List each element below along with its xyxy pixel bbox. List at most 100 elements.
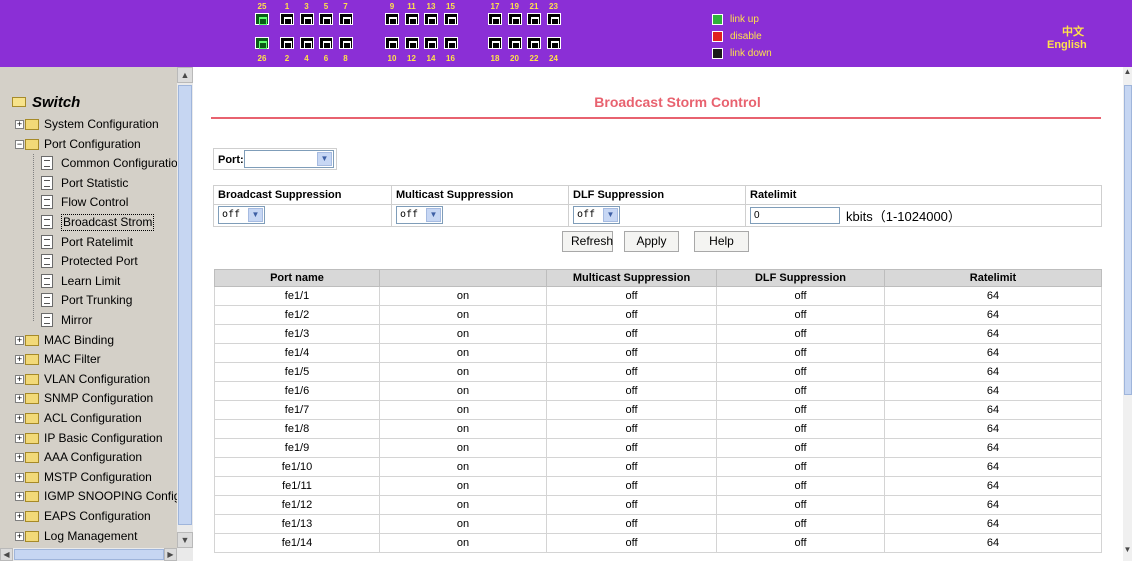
port-select[interactable]: ▼ xyxy=(244,150,334,168)
expand-icon[interactable]: + xyxy=(15,394,24,404)
table-row: fe1/14 on off off 64 xyxy=(214,533,1102,553)
port-name-cell: fe1/8 xyxy=(214,419,380,439)
multicast-cell: off xyxy=(546,419,717,439)
folder-open-icon xyxy=(12,97,26,107)
port-status-icon[interactable] xyxy=(404,13,419,25)
port-status-icon[interactable] xyxy=(385,37,399,49)
port-number-label: 26 xyxy=(257,54,267,63)
expand-icon[interactable]: + xyxy=(15,492,24,502)
expand-icon[interactable]: + xyxy=(15,355,24,365)
folder-icon xyxy=(25,432,39,444)
port-status-icon[interactable] xyxy=(338,37,353,49)
expand-icon[interactable]: + xyxy=(15,374,24,384)
scroll-left-icon[interactable]: ◀ xyxy=(0,548,13,561)
port-selector-box: Port: ▼ xyxy=(213,148,337,170)
port-status-icon[interactable] xyxy=(488,13,502,25)
folder-open-icon xyxy=(25,138,39,150)
port-status-icon[interactable] xyxy=(424,37,438,49)
collapse-icon[interactable]: − xyxy=(15,139,24,149)
broadcast-cell: on xyxy=(379,324,547,344)
scroll-up-icon[interactable]: ▲ xyxy=(1123,67,1132,81)
multicast-cell: off xyxy=(546,457,717,477)
port-name-cell: fe1/10 xyxy=(214,457,380,477)
port-status-icon[interactable] xyxy=(255,37,269,49)
scroll-down-icon[interactable]: ▼ xyxy=(1123,545,1132,559)
document-icon xyxy=(41,156,53,171)
expand-icon[interactable]: + xyxy=(15,433,24,443)
sidebar-vertical-scrollbar[interactable]: ▲ ▼ xyxy=(177,67,193,548)
scrollbar-thumb[interactable] xyxy=(14,549,164,560)
multicast-cell: off xyxy=(546,362,717,382)
port-status-icon[interactable] xyxy=(546,37,561,49)
expand-icon[interactable]: + xyxy=(15,335,24,345)
port-number-label: 7 xyxy=(343,2,348,11)
expand-icon[interactable]: + xyxy=(15,512,24,521)
ratelimit-input[interactable]: 0 xyxy=(750,207,840,224)
col-port-name: Port name xyxy=(214,269,380,287)
port-status-icon[interactable] xyxy=(507,37,522,49)
port-status-icon[interactable] xyxy=(280,13,294,25)
multicast-cell: off xyxy=(546,381,717,401)
port-status-icon[interactable] xyxy=(424,13,438,25)
port-status-icon[interactable] xyxy=(299,37,314,49)
folder-icon xyxy=(25,413,39,424)
refresh-button[interactable]: Refresh xyxy=(562,231,613,252)
main-vertical-scrollbar[interactable]: ▲ ▼ xyxy=(1123,67,1132,561)
expand-icon[interactable]: + xyxy=(15,120,24,129)
dlf-select[interactable]: off ▼ xyxy=(573,206,620,224)
sidebar-horizontal-scrollbar[interactable]: ◀ ▶ xyxy=(0,548,193,561)
broadcast-cell: on xyxy=(379,286,547,306)
table-row: fe1/1 on off off 64 xyxy=(214,286,1102,306)
port-status-icon[interactable] xyxy=(385,13,399,25)
port-status-icon[interactable] xyxy=(338,13,353,25)
scrollbar-thumb[interactable] xyxy=(178,85,192,525)
port-status-icon[interactable] xyxy=(280,37,294,49)
broadcast-cell: on xyxy=(379,362,547,382)
expand-icon[interactable]: + xyxy=(15,531,24,541)
port-status-icon[interactable] xyxy=(255,13,269,25)
folder-icon xyxy=(25,373,39,385)
expand-icon[interactable]: + xyxy=(15,414,24,423)
chevron-down-icon[interactable]: ▼ xyxy=(426,208,441,222)
apply-button[interactable]: Apply xyxy=(624,231,679,252)
tree-root[interactable]: Switch xyxy=(12,94,80,111)
page-title: Broadcast Storm Control xyxy=(594,94,761,110)
scrollbar-thumb[interactable] xyxy=(1124,85,1132,395)
port-status-icon[interactable] xyxy=(404,37,419,49)
help-button[interactable]: Help xyxy=(694,231,749,252)
port-name-cell: fe1/7 xyxy=(214,400,380,420)
port-status-icon[interactable] xyxy=(507,13,522,25)
port-status-icon[interactable] xyxy=(299,13,314,25)
table-row: fe1/8 on off off 64 xyxy=(214,419,1102,439)
port-number-label: 5 xyxy=(323,2,329,11)
chevron-down-icon[interactable]: ▼ xyxy=(248,208,263,222)
port-status-icon[interactable] xyxy=(319,37,333,49)
multicast-cell: off xyxy=(546,286,717,306)
scroll-down-icon[interactable]: ▼ xyxy=(177,532,193,548)
link-up-icon xyxy=(712,14,723,25)
expand-icon[interactable]: + xyxy=(15,472,24,482)
port-status-icon[interactable] xyxy=(527,13,541,25)
scroll-right-icon[interactable]: ▶ xyxy=(164,548,177,561)
broadcast-select[interactable]: off ▼ xyxy=(218,206,265,224)
expand-icon[interactable]: + xyxy=(15,453,24,463)
multicast-select[interactable]: off ▼ xyxy=(396,206,443,224)
port-status-icon[interactable] xyxy=(443,37,458,49)
table-row: fe1/9 on off off 64 xyxy=(214,438,1102,458)
chevron-down-icon[interactable]: ▼ xyxy=(603,208,618,222)
document-icon xyxy=(41,175,53,190)
language-english-link[interactable]: English xyxy=(1047,39,1087,51)
scroll-up-icon[interactable]: ▲ xyxy=(177,67,193,83)
language-chinese-link[interactable]: 中文 xyxy=(1062,23,1084,39)
document-icon xyxy=(41,195,53,210)
tree-item-label: Learn Limit xyxy=(61,273,121,288)
port-status-icon[interactable] xyxy=(546,13,561,25)
port-status-icon[interactable] xyxy=(527,37,541,49)
chevron-down-icon[interactable]: ▼ xyxy=(317,152,332,166)
port-status-icon[interactable] xyxy=(319,13,333,25)
port-name-cell: fe1/13 xyxy=(214,514,380,534)
ratelimit-cell: 64 xyxy=(884,419,1102,439)
port-number-label: 20 xyxy=(510,54,519,63)
port-status-icon[interactable] xyxy=(488,37,502,49)
port-status-icon[interactable] xyxy=(443,13,458,25)
